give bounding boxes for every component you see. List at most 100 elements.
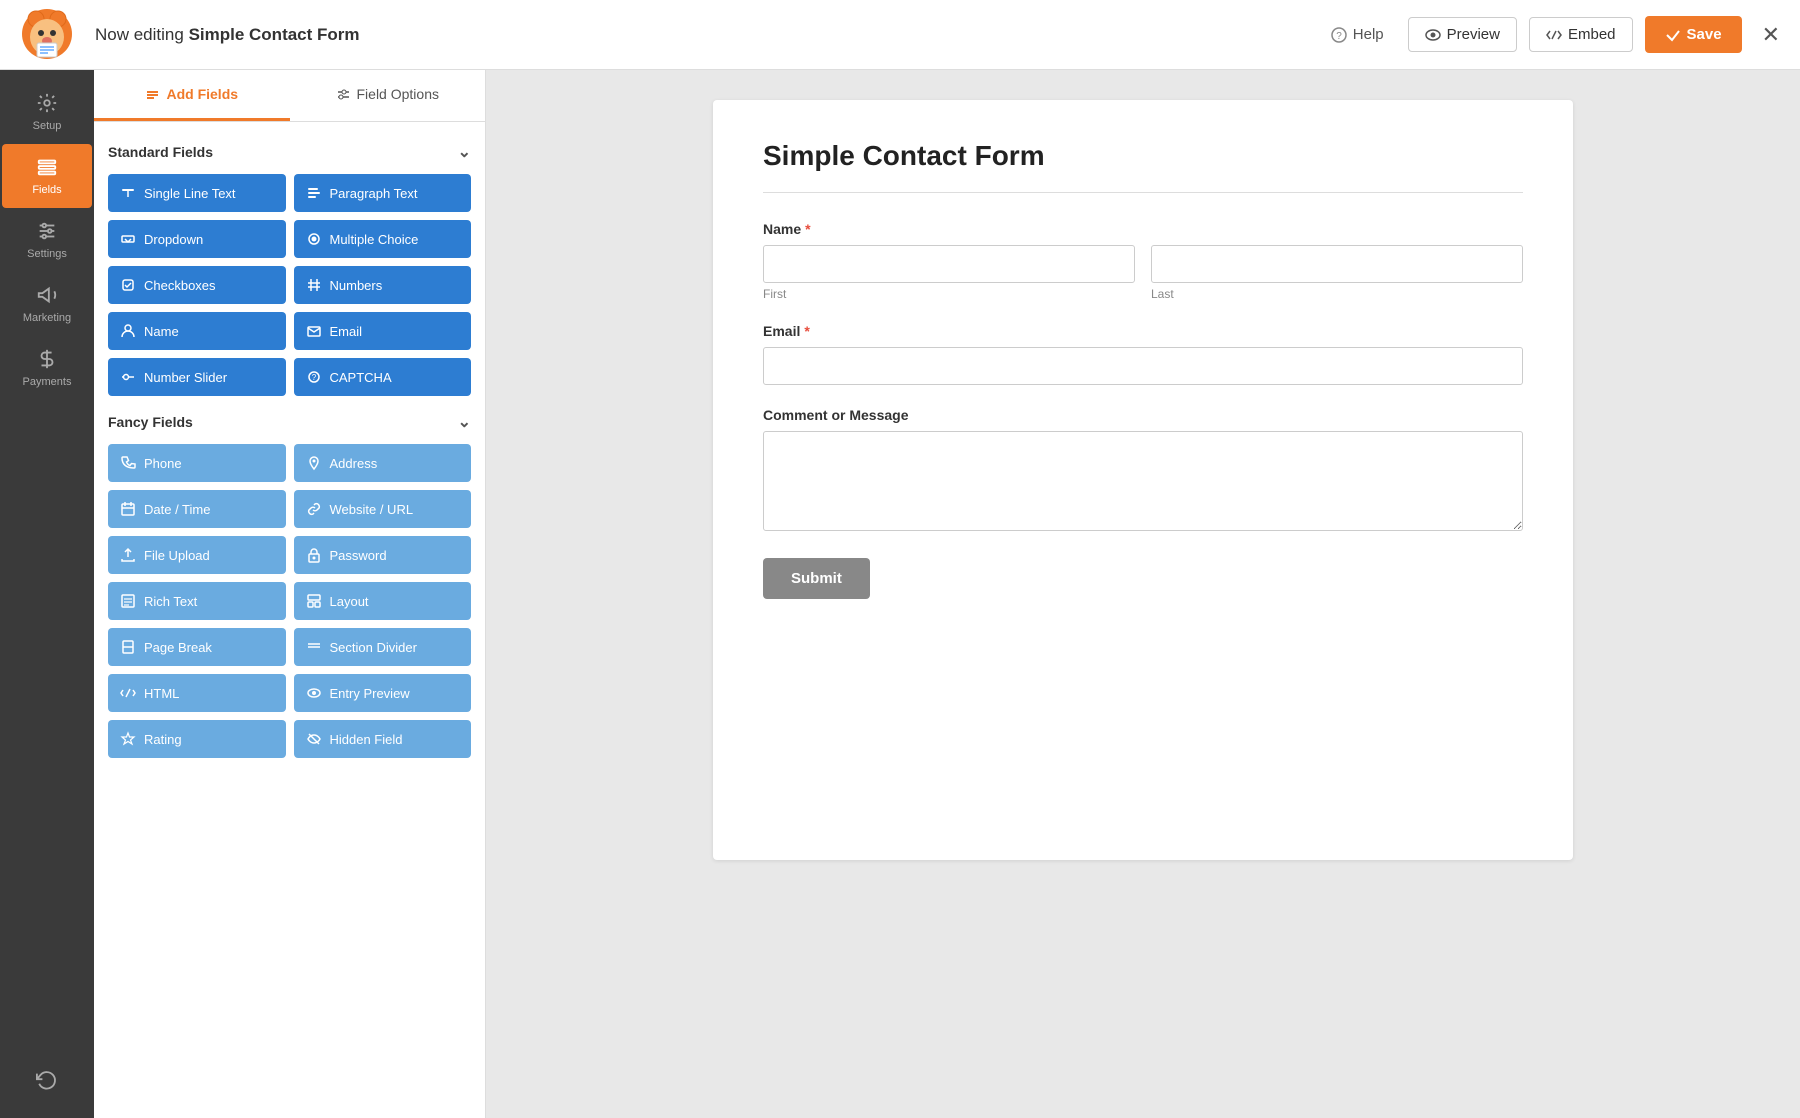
field-btn-date-time[interactable]: Date / Time [108,490,286,528]
field-btn-address[interactable]: Address [294,444,472,482]
field-btn-checkboxes[interactable]: Checkboxes [108,266,286,304]
hash-icon [306,277,322,293]
sidebar-item-payments[interactable]: Payments [2,336,92,400]
standard-fields-chevron[interactable]: ⌄ [458,142,471,162]
eye-icon [1425,27,1441,43]
field-btn-file-upload[interactable]: File Upload [108,536,286,574]
field-btn-password[interactable]: Password [294,536,472,574]
sidebar-marketing-label: Marketing [23,312,71,324]
html-icon [120,685,136,701]
app-logo [20,7,75,62]
field-btn-rich-text[interactable]: Rich Text [108,582,286,620]
divider-icon [306,639,322,655]
name-inputs: First Last [763,245,1523,301]
comment-label: Comment or Message [763,407,1523,423]
submit-button[interactable]: Submit [763,558,870,599]
field-btn-single-line-text[interactable]: Single Line Text [108,174,286,212]
help-button[interactable]: ? Help [1319,18,1396,51]
preview-icon [306,685,322,701]
fancy-fields-header: Fancy Fields ⌄ [108,412,471,432]
undo-icon [36,1070,58,1092]
icon-sidebar: Setup Fields Settings Marketing Payments [0,70,94,1118]
richtext-icon [120,593,136,609]
field-btn-hidden-field[interactable]: Hidden Field [294,720,472,758]
main-layout: Setup Fields Settings Marketing Payments [0,70,1800,1118]
field-btn-rating[interactable]: Rating [108,720,286,758]
megaphone-icon [36,284,58,306]
form-card: Simple Contact Form Name * First Last [713,100,1573,860]
field-btn-phone[interactable]: Phone [108,444,286,482]
checkbox-icon [120,277,136,293]
preview-button[interactable]: Preview [1408,17,1517,52]
last-name-wrap: Last [1151,245,1523,301]
topbar-actions: ? Help Preview Embed Save ✕ [1319,16,1780,53]
field-btn-number-slider[interactable]: Number Slider [108,358,286,396]
form-divider [763,192,1523,193]
paragraph-icon [306,185,322,201]
last-name-input[interactable] [1151,245,1523,283]
standard-fields-header: Standard Fields ⌄ [108,142,471,162]
code-icon [1546,27,1562,43]
radio-icon [306,231,322,247]
sidebar-fields-label: Fields [32,184,61,196]
panel-scroll[interactable]: Standard Fields ⌄ Single Line Text Parag… [94,122,485,1118]
field-btn-layout[interactable]: Layout [294,582,472,620]
field-btn-dropdown[interactable]: Dropdown [108,220,286,258]
first-name-sub-label: First [763,287,1135,301]
field-btn-numbers[interactable]: Numbers [294,266,472,304]
help-icon: ? [1331,27,1347,43]
link-icon [306,501,322,517]
field-btn-captcha[interactable]: ? CAPTCHA [294,358,472,396]
lock-icon [306,547,322,563]
captcha-icon: ? [306,369,322,385]
field-btn-website-url[interactable]: Website / URL [294,490,472,528]
fields-icon [36,156,58,178]
form-field-name: Name * First Last [763,221,1523,301]
field-btn-page-break[interactable]: Page Break [108,628,286,666]
form-title: Simple Contact Form [763,140,1523,172]
field-btn-paragraph-text[interactable]: Paragraph Text [294,174,472,212]
check-icon [1665,27,1681,43]
tab-field-options[interactable]: Field Options [290,70,486,121]
sidebar-item-setup[interactable]: Setup [2,80,92,144]
first-name-wrap: First [763,245,1135,301]
comment-textarea[interactable] [763,431,1523,531]
form-field-comment: Comment or Message [763,407,1523,536]
field-btn-html[interactable]: HTML [108,674,286,712]
sidebar-item-undo[interactable] [2,1058,92,1104]
fancy-fields-chevron[interactable]: ⌄ [458,412,471,432]
email-input[interactable] [763,347,1523,385]
field-btn-entry-preview[interactable]: Entry Preview [294,674,472,712]
field-options-icon [336,87,351,102]
sidebar-item-settings[interactable]: Settings [2,208,92,272]
close-button[interactable]: ✕ [1762,22,1780,48]
email-label: Email * [763,323,1523,339]
pagebreak-icon [120,639,136,655]
field-btn-name[interactable]: Name [108,312,286,350]
sliders-icon [36,220,58,242]
save-button[interactable]: Save [1645,16,1742,53]
sidebar-item-fields[interactable]: Fields [2,144,92,208]
last-name-sub-label: Last [1151,287,1523,301]
fancy-fields-grid: Phone Address Date / Time Website / URL [108,444,471,758]
panel-tabs: Add Fields Field Options [94,70,485,122]
sidebar-settings-label: Settings [27,248,67,260]
embed-button[interactable]: Embed [1529,17,1633,52]
field-btn-section-divider[interactable]: Section Divider [294,628,472,666]
slider-icon [120,369,136,385]
field-btn-email[interactable]: Email [294,312,472,350]
panel-collapse-button[interactable]: ‹ [485,574,486,614]
sidebar-bottom [2,1058,92,1118]
sidebar-item-marketing[interactable]: Marketing [2,272,92,336]
email-icon [306,323,322,339]
layout-icon [306,593,322,609]
form-field-email: Email * [763,323,1523,385]
first-name-input[interactable] [763,245,1135,283]
tab-add-fields[interactable]: Add Fields [94,70,290,121]
text-cursor-icon [120,185,136,201]
topbar-title: Now editing Simple Contact Form [95,25,1319,45]
field-btn-multiple-choice[interactable]: Multiple Choice [294,220,472,258]
dropdown-icon [120,231,136,247]
name-label: Name * [763,221,1523,237]
preview-area: Simple Contact Form Name * First Last [486,70,1800,1118]
